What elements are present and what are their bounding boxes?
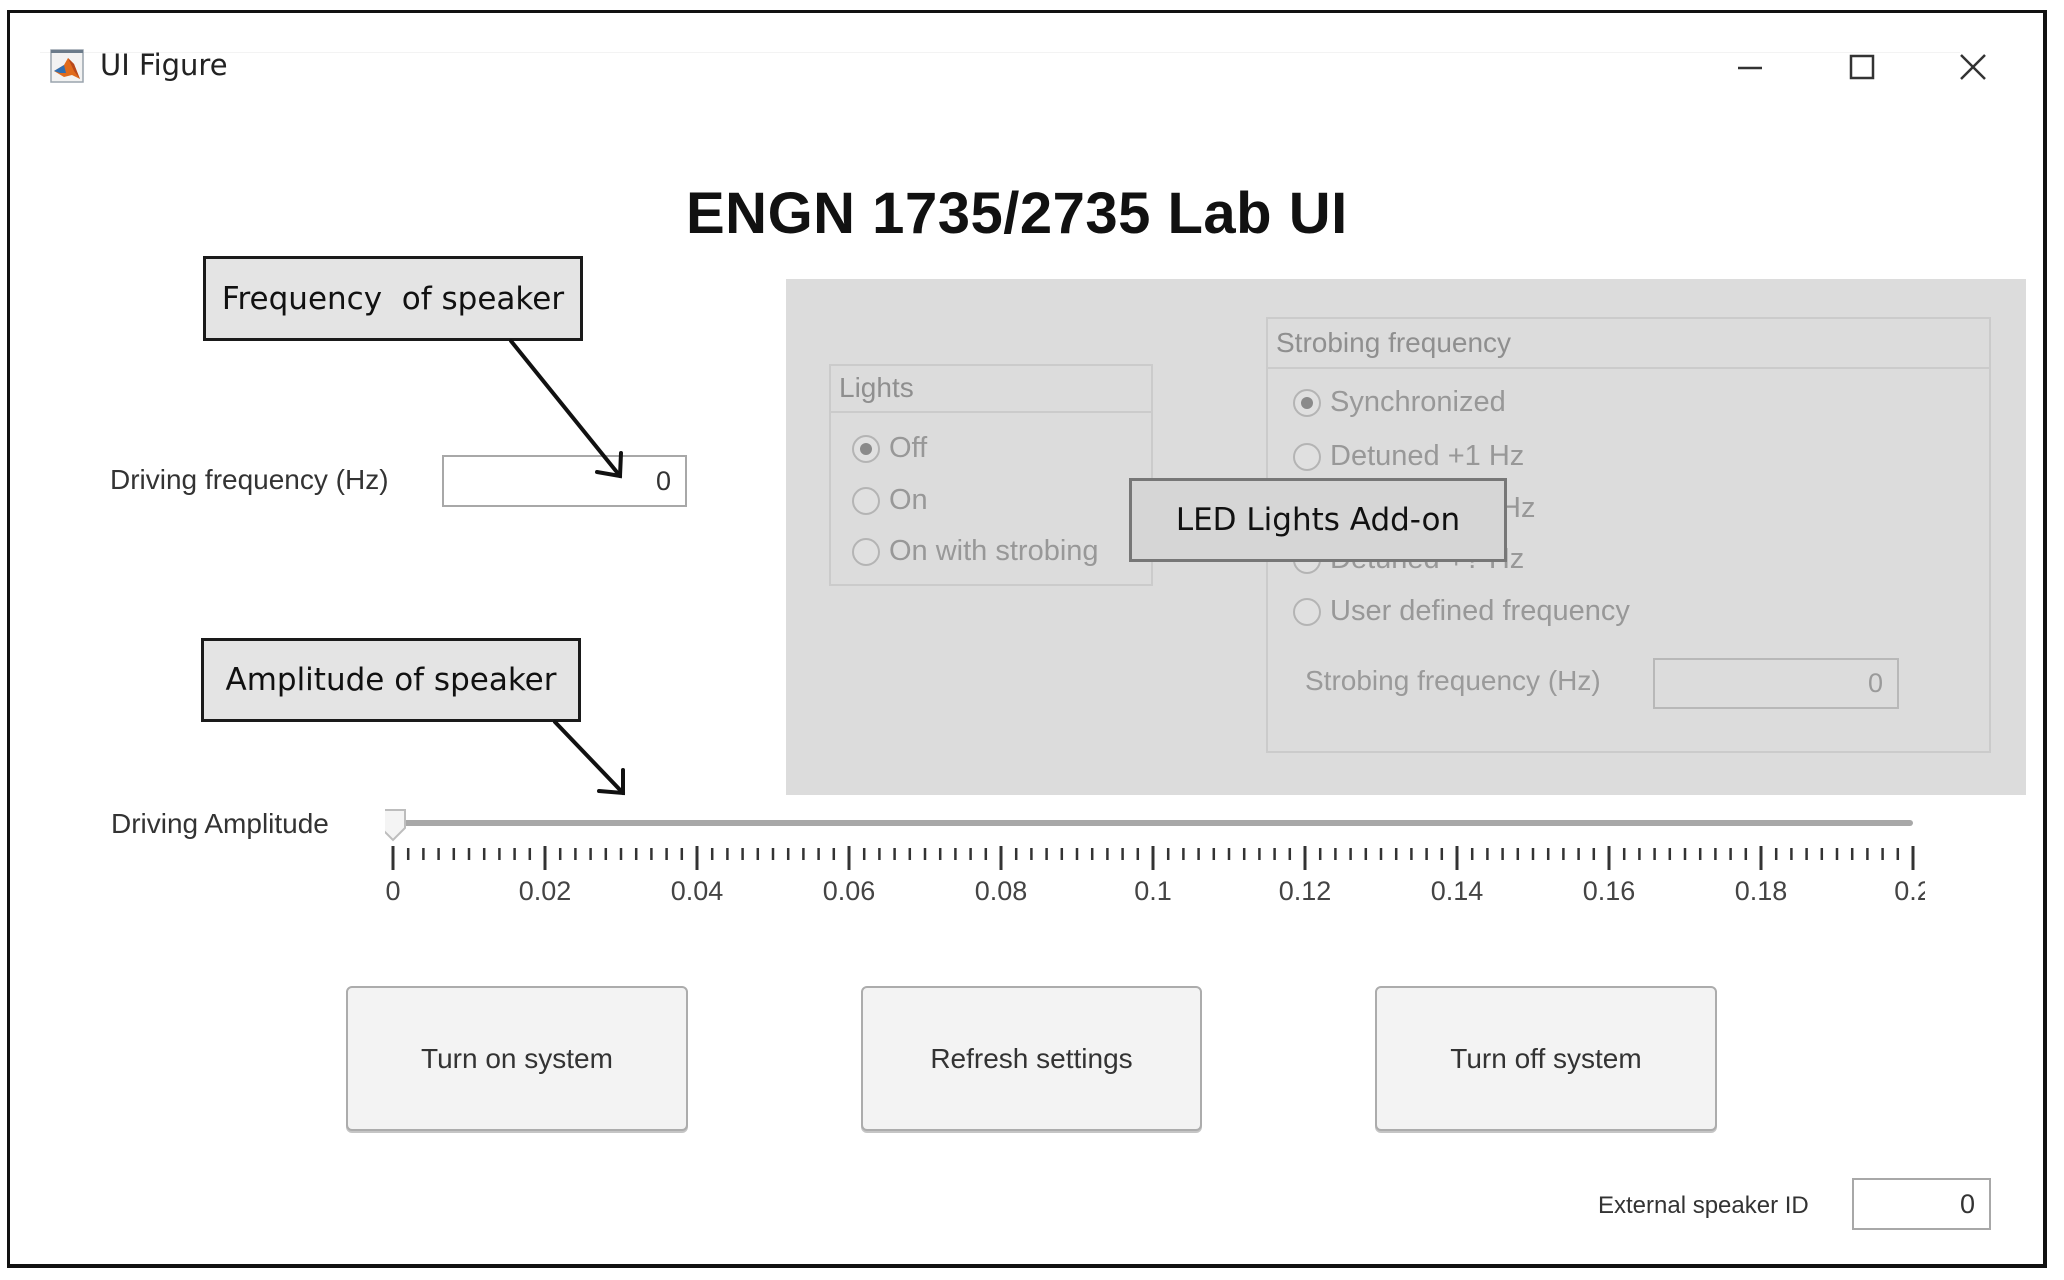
slider-thumb[interactable] [385, 809, 406, 842]
external-speaker-id-label: External speaker ID [1598, 1192, 1809, 1219]
slider-tick-label: 0.18 [1735, 876, 1788, 906]
external-speaker-id-value: 0 [1959, 1188, 1975, 1219]
refresh-settings-button[interactable]: Refresh settings [861, 986, 1202, 1131]
slider-tick-label: 0.06 [823, 876, 876, 906]
amplitude-arrow-icon [553, 720, 625, 796]
frequency-arrow-icon [509, 339, 623, 479]
slider-tick-label: 0.12 [1279, 876, 1332, 906]
slider-tick-label: 0.04 [671, 876, 724, 906]
slider-tick-label: 0.14 [1431, 876, 1484, 906]
driving-amplitude-label: Driving Amplitude [111, 808, 329, 839]
slider-tick-label: 0 [385, 876, 400, 906]
turn-on-system-button[interactable]: Turn on system [346, 986, 688, 1131]
slider-tick-label: 0.2 [1894, 876, 1925, 906]
slider-tick-label: 0.02 [519, 876, 572, 906]
external-speaker-id-input[interactable]: 0 [1852, 1178, 1991, 1230]
slider-track [393, 820, 1913, 826]
turn-off-system-button[interactable]: Turn off system [1375, 986, 1717, 1131]
driving-amplitude-slider[interactable]: 0 0.02 0.04 0.06 0.08 0.1 0.12 0.14 0.16 0.18 0.2 [385, 808, 1925, 918]
slider-tick-label: 0.16 [1583, 876, 1636, 906]
slider-tick-label: 0.08 [975, 876, 1028, 906]
slider-tick-label: 0.1 [1134, 876, 1172, 906]
